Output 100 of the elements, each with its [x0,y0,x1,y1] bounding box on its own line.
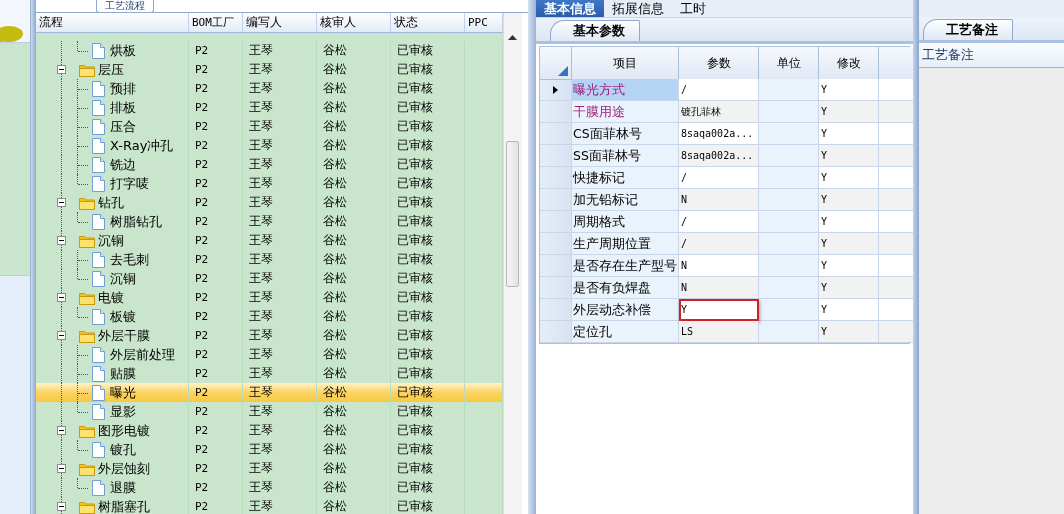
table-cell: Y [819,277,879,299]
table-cell: 已审核 [391,478,465,497]
table-cell: 已审核 [391,421,465,440]
tree-node-label: 去毛刺 [110,250,149,269]
tree-row[interactable]: 沉铜 P2 王琴 谷松 已审核 [36,231,503,250]
column-header: 修改 [819,47,879,80]
tree-row[interactable]: 树脂塞孔 P2 王琴 谷松 已审核 [36,497,503,514]
tree-row[interactable]: 去毛刺 P2 王琴 谷松 已审核 [36,250,503,269]
table-cell [879,101,914,123]
tree-node-label: 层压 [98,60,124,79]
tree-row[interactable]: 镀孔 P2 王琴 谷松 已审核 [36,440,503,459]
folder-icon [79,461,95,476]
folder-icon [79,62,95,77]
tree-row[interactable]: 外层干膜 P2 王琴 谷松 已审核 [36,326,503,345]
table-cell [759,233,819,255]
table-cell: P2 [189,459,243,478]
tree-row[interactable]: 沉铜 P2 王琴 谷松 已审核 [36,269,503,288]
table-cell: LS [679,321,759,343]
scrollbar[interactable] [503,13,522,514]
table-cell [879,123,914,145]
collapse-icon[interactable] [57,502,66,511]
splitter[interactable] [913,0,919,514]
table-cell: 谷松 [317,174,391,193]
row-header[interactable] [540,79,572,101]
tree-row[interactable]: 曝光 P2 王琴 谷松 已审核 [36,383,503,402]
table-cell: 外层动态补偿 [572,299,679,321]
tree-row[interactable]: 电镀 P2 王琴 谷松 已审核 [36,288,503,307]
tree-node-label: 沉铜 [98,231,124,250]
table-cell: P2 [189,193,243,212]
table-cell: 已审核 [391,326,465,345]
tree-row[interactable]: 图形电镀 P2 王琴 谷松 已审核 [36,421,503,440]
tree-row[interactable]: 压合 P2 王琴 谷松 已审核 [36,117,503,136]
tab[interactable]: 拓展信息 [604,0,672,17]
table-cell: P2 [189,60,243,79]
folder-icon [79,423,95,438]
tree-row[interactable]: 打字唛 P2 王琴 谷松 已审核 [36,174,503,193]
table-cell: 已审核 [391,136,465,155]
table-cell: 谷松 [317,136,391,155]
table-cell [759,255,819,277]
table-cell [759,277,819,299]
process-tab[interactable]: 工艺流程 [96,0,154,13]
collapse-icon[interactable] [57,293,66,302]
tree-row[interactable]: 外层蚀刻 P2 王琴 谷松 已审核 [36,459,503,478]
tab[interactable]: 工艺备注 [923,19,1013,40]
tree-row[interactable]: 预排 P2 王琴 谷松 已审核 [36,79,503,98]
table-cell: P2 [189,440,243,459]
tree-node-label: 钻孔 [98,193,124,212]
scroll-thumb[interactable] [506,141,519,287]
table-cell [759,189,819,211]
tab[interactable]: 工时 [672,0,714,17]
table-cell: 定位孔 [572,321,679,343]
collapse-icon[interactable] [57,236,66,245]
table-cell: Y [819,233,879,255]
table-cell: 王琴 [243,383,317,402]
table-cell [759,167,819,189]
scroll-up-icon[interactable] [508,35,517,40]
table-cell: P2 [189,402,243,421]
table-cell: 谷松 [317,440,391,459]
table-cell: / [679,211,759,233]
collapse-icon[interactable] [57,331,66,340]
tree-row[interactable]: 板镀 P2 王琴 谷松 已审核 [36,307,503,326]
collapse-icon[interactable] [57,426,66,435]
tree-row[interactable]: X-Ray冲孔 P2 王琴 谷松 已审核 [36,136,503,155]
table-cell: 谷松 [317,60,391,79]
table-cell: 王琴 [243,41,317,60]
table-cell: 已审核 [391,193,465,212]
collapse-icon[interactable] [57,198,66,207]
splitter[interactable] [31,0,36,514]
tree-row[interactable]: 钻孔 P2 王琴 谷松 已审核 [36,193,503,212]
table-cell: 镀孔菲林 [679,101,759,123]
table-cell: 已审核 [391,155,465,174]
table-cell: 已审核 [391,345,465,364]
table-cell: 谷松 [317,117,391,136]
tree-row[interactable]: 树脂钻孔 P2 王琴 谷松 已审核 [36,212,503,231]
tree-node-label: 退膜 [110,478,136,497]
table-cell: 王琴 [243,250,317,269]
tree-row[interactable]: 烘板 P2 王琴 谷松 已审核 [36,41,503,60]
folder-icon [79,195,95,210]
table-cell: P2 [189,41,243,60]
table-cell: Y [819,79,879,101]
tab[interactable]: 基本参数 [550,20,640,41]
table-cell: 已审核 [391,288,465,307]
tree-row[interactable]: 退膜 P2 王琴 谷松 已审核 [36,478,503,497]
tree-row[interactable]: 层压 P2 王琴 谷松 已审核 [36,60,503,79]
table-cell: CS面菲林号 [572,123,679,145]
tree-row[interactable]: 显影 P2 王琴 谷松 已审核 [36,402,503,421]
tree-row[interactable]: 外层前处理 P2 王琴 谷松 已审核 [36,345,503,364]
file-icon [92,270,105,287]
table-cell: 王琴 [243,60,317,79]
speech-bubble-icon [0,26,24,42]
table-cell [759,123,819,145]
file-icon [92,346,105,363]
table-cell: 生产周期位置 [572,233,679,255]
tree-row[interactable]: 铣边 P2 王琴 谷松 已审核 [36,155,503,174]
notes-header: 工艺备注 [919,43,1064,68]
tab[interactable]: 基本信息 [536,0,604,17]
collapse-icon[interactable] [57,464,66,473]
collapse-icon[interactable] [57,65,66,74]
tree-row[interactable]: 排板 P2 王琴 谷松 已审核 [36,98,503,117]
table-cell: P2 [189,231,243,250]
